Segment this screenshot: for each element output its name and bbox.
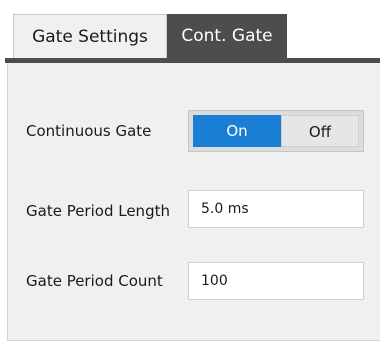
continuous-gate-toggle[interactable]: On Off — [188, 110, 364, 152]
gate-dialog: Gate Settings Cont. Gate Continuous Gate… — [0, 0, 380, 347]
on-button[interactable]: On — [193, 115, 281, 147]
gate-period-count-label: Gate Period Count — [26, 272, 163, 290]
tab-gate-settings[interactable]: Gate Settings — [13, 14, 167, 58]
gate-period-length-input[interactable]: 5.0 ms — [188, 190, 364, 228]
off-button[interactable]: Off — [281, 115, 359, 147]
gate-period-count-input[interactable]: 100 — [188, 262, 364, 300]
continuous-gate-label: Continuous Gate — [26, 122, 152, 140]
gate-period-length-label: Gate Period Length — [26, 202, 170, 220]
tab-cont-gate[interactable]: Cont. Gate — [167, 14, 287, 58]
